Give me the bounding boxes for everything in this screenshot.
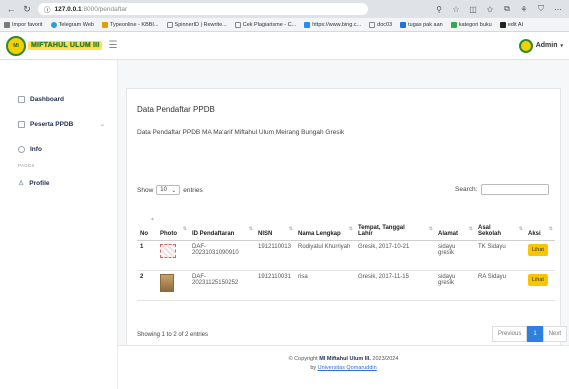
entries-select[interactable]: 10 ⌄ [156, 185, 181, 195]
pendaftar-table: No ▲ Photo ⇅ ID Pendaftaran ⇅ NISN ⇅ Nama Le… [137, 204, 555, 301]
sidebar: Dashboard Peserta PPDB ⌄ Info PAGES ♙ Pr… [0, 60, 118, 389]
footer: © Copyright MI Miftahul Ulum III. 2023/2… [118, 345, 569, 389]
telegram-icon [50, 21, 57, 28]
card-title: Data Pendaftar PPDB [137, 105, 215, 114]
bookmark-item[interactable]: kategori buku [450, 21, 492, 28]
table-row: 2 DAF-20231125150252 1912110031 risa Gre… [137, 270, 555, 301]
bookmark-icon [4, 21, 10, 28]
school-logo[interactable]: MI [6, 35, 26, 56]
footer-university-link[interactable]: Universitas Qomaruddin [318, 365, 377, 371]
split-screen-icon[interactable]: ◫ [468, 5, 478, 14]
col-photo[interactable]: Photo ⇅ [157, 204, 189, 241]
shield-icon[interactable]: ⛉ [536, 4, 546, 14]
user-menu[interactable]: Admin ▾ [518, 38, 563, 53]
brand-title[interactable]: MIFTAHUL ULUM III [28, 41, 103, 50]
back-icon[interactable]: ← [6, 4, 16, 14]
zoom-icon[interactable]: ⚲ [434, 5, 444, 14]
address-bar[interactable]: ⓘ 127.0.0.1:8000/pendaftar [38, 3, 368, 15]
col-no[interactable]: No ▲ [137, 204, 157, 241]
bookmark-item[interactable]: Cek Plagiarisme - C... [234, 21, 296, 28]
main-content: Data Pendaftar PPDB Data Pendaftar PPDB … [118, 60, 569, 389]
list-icon [18, 120, 25, 128]
favorite-star-icon[interactable]: ☆ [451, 5, 461, 14]
reload-icon[interactable]: ↻ [22, 4, 32, 15]
sidebar-item-dashboard[interactable]: Dashboard [0, 92, 117, 106]
more-icon[interactable]: ⋯ [553, 5, 563, 14]
bookmark-item[interactable]: edit AI [499, 21, 523, 28]
info-icon [18, 145, 25, 153]
dashboard-icon [18, 95, 25, 103]
user-name: Admin [535, 42, 558, 49]
col-nisn[interactable]: NISN ⇅ [255, 204, 295, 241]
bookmark-item[interactable]: Telegram Web [50, 21, 94, 28]
table-header-row: No ▲ Photo ⇅ ID Pendaftaran ⇅ NISN ⇅ Nama Le… [137, 204, 555, 241]
drive-icon [450, 21, 457, 28]
col-ttl[interactable]: Tempat, Tanggal Lahir ⇅ [355, 204, 435, 241]
sidebar-item-info[interactable]: Info [0, 142, 117, 156]
next-page-button[interactable]: Next [542, 326, 568, 342]
col-nama-lengkap[interactable]: Nama Lengkap ⇅ [295, 204, 355, 241]
lihat-button[interactable]: Lihat [528, 273, 548, 286]
bookmark-item[interactable]: Impor favorit [4, 21, 43, 28]
bookmark-icon [101, 21, 108, 28]
url-path: :8000/pendaftar [81, 5, 128, 13]
bing-icon [304, 21, 311, 28]
search-input[interactable] [481, 184, 550, 195]
col-alamat[interactable]: Alamat ⇅ [435, 204, 475, 241]
collections-icon[interactable]: ⧉ [502, 4, 512, 14]
avatar [518, 38, 533, 53]
check-icon [234, 21, 241, 28]
ai-icon [499, 21, 506, 28]
table-info: Showing 1 to 2 of 2 entries [137, 332, 209, 338]
sidebar-heading: PAGES [18, 163, 35, 168]
bookmark-item[interactable]: Typeonline - KBBI... [101, 21, 159, 28]
browser-toolbar: ← ↻ ⓘ 127.0.0.1:8000/pendaftar ⚲ ☆ ◫ ✩ ⧉… [0, 0, 569, 18]
info-icon: ⓘ [44, 7, 51, 14]
app-header: MI MIFTAHUL ULUM III ☰ Admin ▾ [0, 32, 569, 60]
chevron-down-icon: ▾ [560, 42, 563, 49]
col-aksi[interactable]: Aksi ⇅ [525, 204, 555, 241]
card-subtitle: Data Pendaftar PPDB MA Ma'arif Miftahul … [137, 129, 345, 136]
favorites-icon[interactable]: ✩ [485, 5, 495, 14]
hamburger-menu-icon[interactable]: ☰ [108, 40, 117, 51]
search-control: Search: [455, 184, 550, 195]
col-id-pendaftaran[interactable]: ID Pendaftaran ⇅ [189, 204, 255, 241]
bookmark-item[interactable]: tugas pak aan [400, 21, 443, 28]
sidebar-item-peserta-ppdb[interactable]: Peserta PPDB ⌄ [0, 117, 117, 131]
bookmark-item[interactable]: doc03 [369, 21, 392, 28]
page-icon [369, 21, 376, 28]
previous-page-button[interactable]: Previous [492, 326, 528, 342]
lihat-button[interactable]: Lihat [528, 243, 548, 256]
extensions-icon[interactable]: ⚘ [519, 5, 529, 14]
docs-icon [400, 21, 407, 28]
col-asal-sekolah[interactable]: Asal Sekolah ⇅ [475, 204, 525, 241]
chevron-down-icon: ⌄ [171, 187, 177, 194]
bookmark-item[interactable]: https://www.bing.c... [304, 21, 361, 28]
url-host: 127.0.0.1 [54, 5, 82, 13]
table-row: 1 DAF-20231031090910 1912110013 Rodiyatu… [137, 240, 555, 271]
pagination: Previous 1 Next [492, 326, 568, 342]
page-icon [166, 21, 173, 28]
bookmarks-bar: Impor favorit Telegram Web Typeonline - … [0, 18, 569, 32]
footer-brand: MI Miftahul Ulum III. [319, 356, 371, 362]
sidebar-item-profile[interactable]: ♙ Profile [0, 176, 117, 190]
chevron-down-icon: ⌄ [99, 121, 105, 128]
data-card: Data Pendaftar PPDB Data Pendaftar PPDB … [126, 88, 568, 368]
entries-length-control: Show 10 ⌄ entries [137, 185, 203, 195]
student-photo[interactable] [160, 273, 174, 292]
user-icon: ♙ [18, 180, 25, 187]
page-1-button[interactable]: 1 [527, 326, 543, 342]
bookmark-item[interactable]: SpinnerID | Rewrite... [166, 21, 227, 28]
student-photo[interactable] [160, 243, 176, 258]
